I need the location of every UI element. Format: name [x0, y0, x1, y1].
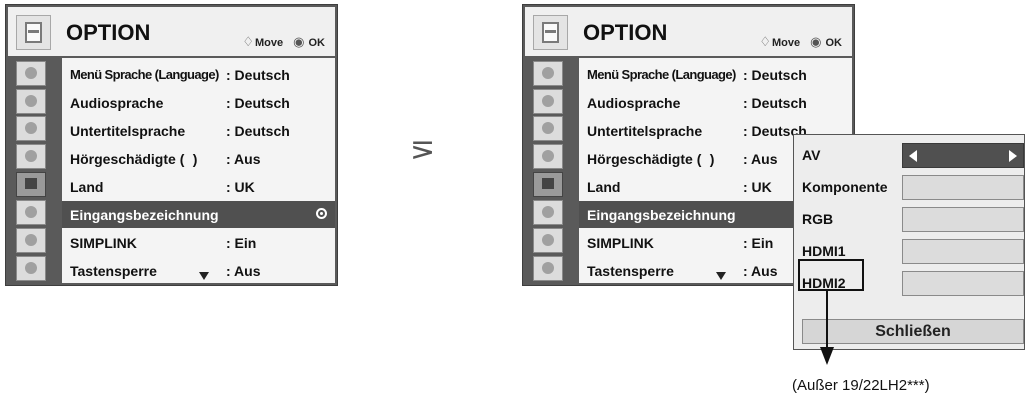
menu-header: OPTION ♢Move ◉ OK	[8, 7, 335, 56]
menu-item-value: : Deutsch	[226, 123, 290, 139]
move-arrows-icon: ♢	[759, 34, 771, 49]
menu-item-value: : UK	[226, 179, 255, 195]
menu-item-label: Tastensperre	[587, 263, 674, 279]
arrow-left-icon[interactable]	[909, 150, 917, 162]
picture-category-icon[interactable]	[533, 61, 563, 86]
menu-title: OPTION	[66, 20, 151, 45]
menu-item-audio-language[interactable]: Audiosprache : Deutsch	[62, 89, 335, 116]
menu-item-value: : Deutsch	[226, 95, 290, 111]
menu-item-label: Menü Sprache (Language)	[587, 67, 736, 82]
menu-item-subtitle-language[interactable]: Untertitelsprache : Deutsch	[62, 117, 335, 144]
menu-item-label: Audiosprache	[70, 95, 164, 111]
usb-category-icon[interactable]	[533, 256, 563, 281]
picture-category-icon[interactable]	[16, 61, 46, 86]
input-hdmi2-selector[interactable]	[902, 271, 1024, 296]
ok-hint: OK	[825, 37, 843, 49]
menu-item-label: Hörgeschädigte ( )	[70, 151, 198, 167]
menu-item-value: : Aus	[226, 151, 261, 167]
menu-item-label: SIMPLINK	[70, 235, 137, 251]
input-av-selector[interactable]	[902, 143, 1024, 168]
menu-item-simplink[interactable]: SIMPLINK : Ein	[62, 229, 335, 256]
input-hdmi1-selector[interactable]	[902, 239, 1024, 264]
menu-item-value: : Aus	[226, 263, 261, 279]
menu-item-value: : Ein	[743, 235, 774, 251]
option-menu-panel-left: OPTION ♢Move ◉ OK Menü Sprache (Language)…	[5, 4, 338, 286]
usb-category-icon[interactable]	[16, 256, 46, 281]
ok-hint: OK	[308, 37, 326, 49]
menu-item-audio-language[interactable]: Audiosprache : Deutsch	[579, 89, 852, 116]
nav-hints: ♢Move ◉ OK	[242, 34, 325, 50]
scroll-down-icon[interactable]	[716, 272, 726, 280]
callout-arrow-icon	[820, 347, 834, 365]
menu-item-label: Hörgeschädigte ( )	[587, 151, 715, 167]
input-category-icon[interactable]	[533, 228, 563, 253]
move-hint: Move	[254, 37, 284, 49]
footnote-note: (Außer 19/22LH2***)	[792, 377, 930, 394]
menu-item-label: Land	[70, 179, 104, 195]
input-av-label[interactable]: AV	[802, 147, 820, 163]
menu-item-country[interactable]: Land : UK	[62, 173, 335, 200]
menu-item-language[interactable]: Menü Sprache (Language) : Deutsch	[579, 61, 852, 88]
menu-item-label: Untertitelsprache	[70, 123, 186, 139]
input-rgb-label[interactable]: RGB	[802, 211, 833, 227]
scroll-down-icon[interactable]	[199, 272, 209, 280]
menu-item-value: : Aus	[743, 151, 778, 167]
menu-item-language[interactable]: Menü Sprache (Language) : Deutsch	[62, 61, 335, 88]
move-hint: Move	[771, 37, 801, 49]
menu-item-value: : Aus	[743, 263, 778, 279]
option-menu-icon	[533, 15, 568, 50]
menu-header: OPTION ♢Move ◉ OK	[525, 7, 852, 56]
time-category-icon[interactable]	[16, 144, 46, 169]
hdmi2-highlight-frame	[798, 259, 864, 291]
menu-item-label: Tastensperre	[70, 263, 157, 279]
menu-item-value: : Deutsch	[226, 67, 290, 83]
menu-item-hearing-impaired[interactable]: Hörgeschädigte ( ) : Aus	[62, 145, 335, 172]
input-rgb-selector[interactable]	[902, 207, 1024, 232]
callout-line	[826, 290, 828, 348]
menu-item-label: Eingangsbezeichnung	[70, 207, 219, 223]
audio-category-icon[interactable]	[533, 116, 563, 141]
menu-item-input-label[interactable]: Eingangsbezeichnung	[62, 201, 335, 228]
ok-icon: ◉	[293, 34, 305, 49]
screen-category-icon[interactable]	[16, 89, 46, 114]
time-category-icon[interactable]	[533, 144, 563, 169]
option-category-icon[interactable]	[533, 172, 563, 197]
menu-title: OPTION	[583, 20, 668, 45]
nav-hints: ♢Move ◉ OK	[759, 34, 842, 50]
category-sidebar	[525, 58, 577, 283]
ok-icon: ◉	[810, 34, 822, 49]
menu-item-label: SIMPLINK	[587, 235, 654, 251]
menu-item-value: : Ein	[226, 235, 257, 251]
selected-radio-icon	[316, 208, 327, 219]
step-arrow-icon: ⋝	[410, 133, 436, 166]
input-component-label[interactable]: Komponente	[802, 179, 888, 195]
category-sidebar	[8, 58, 60, 283]
menu-item-label: Land	[587, 179, 621, 195]
close-button[interactable]: Schließen	[802, 319, 1024, 344]
input-component-selector[interactable]	[902, 175, 1024, 200]
menu-list: Menü Sprache (Language) : Deutsch Audios…	[62, 58, 335, 283]
option-category-icon[interactable]	[16, 172, 46, 197]
lock-category-icon[interactable]	[533, 200, 563, 225]
arrow-right-icon[interactable]	[1009, 150, 1017, 162]
menu-item-value: : Deutsch	[743, 67, 807, 83]
lock-category-icon[interactable]	[16, 200, 46, 225]
menu-item-label: Audiosprache	[587, 95, 681, 111]
option-menu-icon	[16, 15, 51, 50]
menu-item-label: Menü Sprache (Language)	[70, 67, 219, 82]
menu-item-label: Untertitelsprache	[587, 123, 703, 139]
menu-item-value: : UK	[743, 179, 772, 195]
audio-category-icon[interactable]	[16, 116, 46, 141]
input-category-icon[interactable]	[16, 228, 46, 253]
input-hdmi1-label[interactable]: HDMI1	[802, 243, 846, 259]
menu-item-value: : Deutsch	[743, 95, 807, 111]
screen-category-icon[interactable]	[533, 89, 563, 114]
menu-item-label: Eingangsbezeichnung	[587, 207, 736, 223]
move-arrows-icon: ♢	[242, 34, 254, 49]
